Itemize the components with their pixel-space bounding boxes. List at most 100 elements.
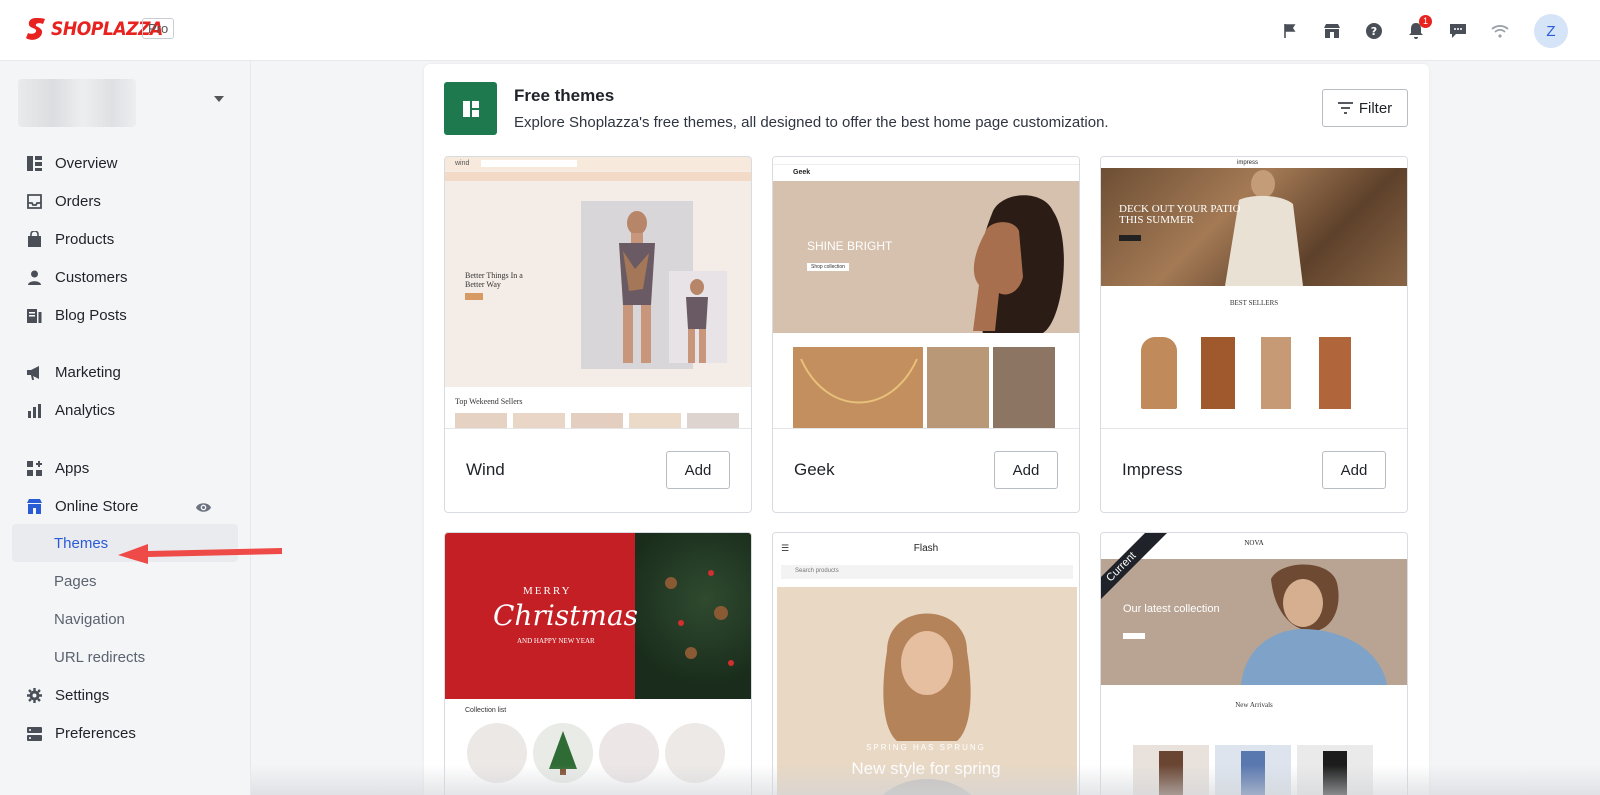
theme-name: Impress	[1122, 460, 1183, 479]
store-name-blurred	[18, 79, 136, 127]
annotation-arrow	[118, 544, 282, 564]
theme-grid-icon	[444, 82, 497, 135]
add-theme-button[interactable]: Add	[666, 451, 730, 489]
theme-card-wind: wind Better Things In a Better Way Top W…	[444, 156, 752, 513]
scroll-fade	[251, 765, 1600, 795]
sidebar-item-label: Apps	[55, 459, 90, 477]
theme-preview-flash[interactable]: ☰ Flash Search products SPRING HAS SPRUN…	[773, 533, 1079, 795]
svg-text:?: ?	[1371, 25, 1377, 38]
sidebar-item-label: Settings	[55, 686, 110, 704]
filter-icon	[1337, 102, 1353, 114]
sidebar-item-overview[interactable]: Overview	[12, 144, 238, 182]
model-figure-image	[619, 211, 655, 363]
theme-card-impress: impress DECK OUT YOUR PATIO THIS SUMMER …	[1100, 156, 1408, 513]
theme-preview-christmas[interactable]: MERRY Christmas AND HAPPY NEW YEAR Colle…	[445, 533, 751, 795]
filter-button[interactable]: Filter	[1322, 89, 1408, 127]
sidebar-item-online-store[interactable]: Online Store	[12, 487, 238, 525]
sidebar-item-orders[interactable]: Orders	[12, 182, 238, 220]
sidebar: Overview Orders Products Customers Blog …	[0, 61, 251, 795]
store-switcher[interactable]	[18, 79, 228, 127]
theme-preview-nova[interactable]: NOVA Our latest collection New Arrivals …	[1101, 533, 1407, 795]
sidebar-item-label: Preferences	[55, 724, 136, 742]
model-seated-image	[1225, 170, 1303, 286]
sidebar-item-label: Online Store	[55, 497, 139, 515]
theme-preview-wind[interactable]: wind Better Things In a Better Way Top W…	[445, 157, 751, 429]
megaphone-icon	[27, 365, 39, 380]
panel-title: Free themes	[514, 86, 615, 105]
sidebar-item-label: Navigation	[54, 610, 125, 628]
model-figure-small-image	[686, 279, 708, 363]
necklace-image	[800, 358, 918, 404]
sidebar-item-customers[interactable]: Customers	[12, 258, 238, 296]
notification-count: 1	[1419, 15, 1432, 28]
sidebar-item-preferences[interactable]: Preferences	[12, 714, 238, 752]
preview-button: Shop collection	[807, 263, 849, 271]
preview-logo: impress	[1237, 160, 1259, 166]
bell-icon[interactable]: 1	[1406, 15, 1432, 41]
wifi-icon[interactable]	[1490, 21, 1510, 41]
sidebar-item-blog-posts[interactable]: Blog Posts	[12, 296, 238, 334]
theme-preview-geek[interactable]: Geek SHINE BRIGHT Shop collection	[773, 157, 1079, 429]
theme-card-flash: ☰ Flash Search products SPRING HAS SPRUN…	[772, 532, 1080, 795]
sidebar-item-label: Overview	[55, 154, 118, 172]
preview-logo: wind	[455, 160, 470, 167]
theme-name: Geek	[794, 460, 835, 479]
woman-profile-image	[973, 195, 1064, 333]
preview-section: BEST SELLERS	[1229, 299, 1279, 307]
sidebar-item-navigation[interactable]: Navigation	[12, 600, 238, 638]
free-themes-panel: Free themes Explore Shoplazza's free the…	[424, 64, 1429, 795]
eye-icon[interactable]	[195, 499, 212, 516]
theme-preview-impress[interactable]: impress DECK OUT YOUR PATIO THIS SUMMER …	[1101, 157, 1407, 429]
sidebar-item-label: Orders	[55, 192, 101, 210]
apps-icon	[27, 460, 42, 476]
sidebar-item-products[interactable]: Products	[12, 220, 238, 258]
preview-search: Search products	[795, 568, 839, 574]
add-theme-button[interactable]: Add	[994, 451, 1058, 489]
theme-card-nova: NOVA Our latest collection New Arrivals …	[1100, 532, 1408, 795]
sidebar-item-marketing[interactable]: Marketing	[12, 353, 238, 391]
blog-icon	[27, 308, 42, 323]
sidebar-item-label: Themes	[54, 534, 109, 552]
chevron-down-icon	[214, 96, 224, 102]
preview-kicker: SPRING HAS SPRUNG	[866, 743, 986, 752]
sidebar-item-url-redirects[interactable]: URL redirects	[12, 638, 238, 676]
preview-logo: Flash	[913, 543, 939, 554]
sidebar-item-label: URL redirects	[54, 648, 146, 666]
logo-mark-icon	[26, 18, 45, 40]
preview-headline: Our latest collection	[1123, 603, 1220, 615]
model-blue-sweater-image	[1241, 564, 1387, 685]
theme-name: Wind	[466, 460, 505, 479]
sidebar-item-label: Pages	[54, 572, 97, 590]
help-icon[interactable]: ?	[1364, 21, 1384, 41]
preview-headline: SHINE BRIGHT	[807, 239, 893, 253]
top-bar: SHOPLAZZA Pro ? 1 Z	[0, 0, 1600, 61]
bar-chart-icon	[28, 403, 41, 418]
sidebar-item-settings[interactable]: Settings	[12, 676, 238, 714]
preview-logo: Geek	[793, 169, 811, 176]
overview-icon	[27, 155, 42, 171]
person-icon	[28, 270, 41, 285]
storefront-icon	[27, 498, 42, 514]
server-icon	[27, 726, 42, 741]
add-theme-button[interactable]: Add	[1322, 451, 1386, 489]
sidebar-item-label: Customers	[55, 268, 128, 286]
theme-card-christmas: MERRY Christmas AND HAPPY NEW YEAR Colle…	[444, 532, 752, 795]
sidebar-item-analytics[interactable]: Analytics	[12, 391, 238, 429]
preview-headline: Better Things In a Better Way	[465, 271, 523, 289]
sidebar-item-label: Analytics	[55, 401, 116, 419]
theme-card-geek: Geek SHINE BRIGHT Shop collection Geek A…	[772, 156, 1080, 513]
flag-icon[interactable]	[1280, 21, 1300, 41]
store-icon[interactable]	[1322, 21, 1342, 41]
panel-description: Explore Shoplazza's free themes, all des…	[514, 114, 1109, 131]
inbox-icon	[27, 193, 42, 209]
preview-line2: Christmas	[493, 599, 639, 632]
gear-icon	[27, 687, 42, 703]
sidebar-item-apps[interactable]: Apps	[12, 449, 238, 487]
pine-branch-image	[665, 570, 734, 666]
preview-section: Collection list	[465, 707, 507, 714]
avatar[interactable]: Z	[1534, 14, 1568, 48]
sidebar-item-label: Marketing	[55, 363, 121, 381]
preview-line1: MERRY	[523, 585, 572, 597]
sidebar-item-label: Blog Posts	[55, 306, 127, 324]
chat-icon[interactable]	[1448, 21, 1468, 41]
